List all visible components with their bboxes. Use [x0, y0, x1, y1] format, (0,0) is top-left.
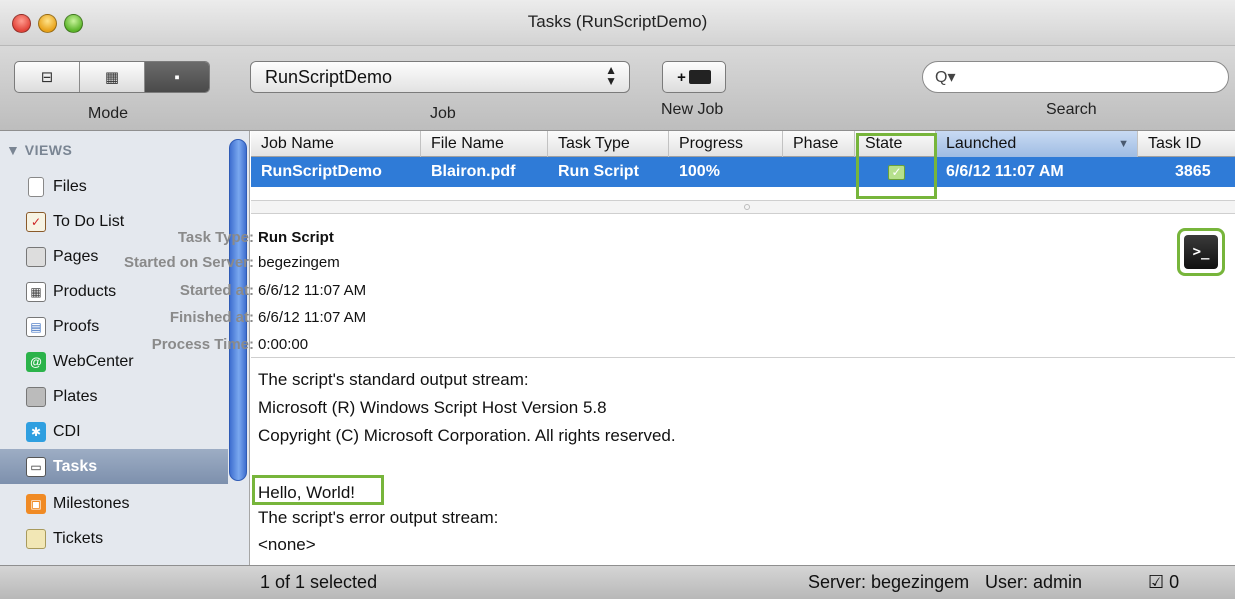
column-header-task-type[interactable]: Task Type: [548, 131, 669, 157]
table-row[interactable]: RunScriptDemo Blairon.pdf Run Script 100…: [251, 157, 1235, 187]
grid-icon: ▦: [104, 69, 120, 86]
hello-world-highlight: [252, 475, 384, 505]
column-header-task-id[interactable]: Task ID: [1138, 131, 1235, 157]
detail-value-process-time: 0:00:00: [258, 336, 309, 353]
detail-label-finished-at: Finished at:: [169, 309, 254, 326]
status-bar: 1 of 1 selected Server: begezingem User:…: [0, 565, 1235, 599]
tickets-icon: [26, 528, 46, 549]
output-line: Copyright (C) Microsoft Corporation. All…: [258, 426, 676, 445]
toolbar: ⊟ ▦ ▪ Mode RunScriptDemo ▲ ▼ Job + New Jo…: [0, 46, 1235, 131]
sidebar-item-label: CDI: [53, 422, 81, 440]
output-line: The script's error output stream:: [258, 508, 499, 527]
new-job-label: New Job: [661, 101, 724, 118]
todo-checkbox-icon: ☑: [1148, 572, 1165, 592]
output-line: <none>: [258, 535, 316, 554]
output-line: Microsoft (R) Windows Script Host Versio…: [258, 398, 607, 417]
sidebar-item-label: Tickets: [53, 529, 104, 547]
mode-grid-button[interactable]: ▦: [80, 62, 145, 92]
cell-progress: 100%: [679, 163, 720, 180]
output-line: The script's standard output stream:: [258, 370, 529, 389]
sidebar-item-label: Plates: [53, 387, 98, 405]
plus-icon: +: [677, 68, 686, 86]
mode-label: Mode: [88, 105, 129, 122]
search-icon: Q▾: [935, 69, 956, 86]
cell-job-name: RunScriptDemo: [261, 163, 382, 180]
job-label: Job: [430, 105, 456, 122]
todo-count-indicator[interactable]: ☑ 0: [1148, 572, 1179, 593]
column-header-label: Launched: [946, 135, 1017, 152]
selection-count: 1 of 1 selected: [260, 572, 378, 592]
column-header-phase[interactable]: Phase: [783, 131, 855, 157]
detail-label-started-on-server: Started on Server:: [123, 254, 254, 271]
tasks-icon: ▭: [26, 456, 46, 477]
milestones-icon: ▣: [26, 493, 46, 514]
todo-count: 0: [1169, 572, 1180, 592]
cell-file-name: Blairon.pdf: [431, 163, 516, 180]
new-job-button[interactable]: +: [662, 61, 726, 93]
pane-splitter[interactable]: [251, 200, 1235, 214]
mode-window-button[interactable]: ▪: [145, 62, 209, 92]
detail-value-finished-at: 6/6/12 11:07 AM: [258, 309, 367, 326]
sidebar-item-files[interactable]: Files: [0, 169, 228, 204]
cell-phase: [783, 157, 793, 187]
sidebar-item-label: Files: [53, 177, 87, 195]
folder-icon: [688, 70, 711, 84]
state-column-highlight: [856, 133, 937, 199]
sidebar-item-label: Milestones: [53, 494, 130, 512]
sidebar-item-label: To Do List: [53, 212, 125, 230]
mode-segmented-control: ⊟ ▦ ▪: [14, 61, 210, 93]
sidebar-item-plates[interactable]: Plates: [0, 379, 228, 414]
detail-label-started-at: Started at:: [179, 282, 254, 299]
column-header-file-name[interactable]: File Name: [421, 131, 548, 157]
mode-desktop-button[interactable]: ⊟: [15, 62, 80, 92]
detail-value-started-at: 6/6/12 11:07 AM: [258, 282, 367, 299]
task-table-header: Job Name File Name Task Type Progress Ph…: [251, 131, 1235, 157]
splitter-handle-icon: [744, 204, 750, 210]
title-bar: Tasks (RunScriptDemo): [0, 0, 1235, 46]
job-select[interactable]: RunScriptDemo ▲ ▼: [250, 61, 630, 93]
plates-icon: [26, 386, 46, 407]
cell-task-type: Run Script: [558, 163, 639, 180]
output-divider: [251, 357, 1235, 358]
sidebar-item-milestones[interactable]: ▣ Milestones: [0, 486, 228, 521]
file-icon: [28, 176, 44, 197]
column-header-progress[interactable]: Progress: [669, 131, 783, 157]
detail-label-task-type: Task Type:: [177, 229, 254, 246]
open-terminal-button[interactable]: >_: [1177, 228, 1225, 276]
search-label: Search: [1046, 101, 1097, 118]
sort-descending-icon: ▼: [1118, 138, 1129, 150]
window-title: Tasks (RunScriptDemo): [527, 12, 708, 31]
server-status: Server: begezingem: [808, 572, 970, 592]
detail-label-process-time: Process Time:: [151, 336, 254, 353]
user-status: User: admin: [985, 572, 1083, 592]
sidebar-item-tickets[interactable]: Tickets: [0, 521, 228, 556]
column-header-job-name[interactable]: Job Name: [251, 131, 421, 157]
cell-task-id: 3865: [1175, 163, 1211, 180]
desktop-icon: ⊟: [40, 69, 54, 86]
sidebar-item-label: Tasks: [53, 457, 98, 475]
detail-value-started-on-server: begezingem: [258, 254, 340, 271]
webcenter-icon: @: [26, 351, 46, 372]
select-arrows-icon: ▲ ▼: [605, 63, 617, 88]
sidebar-item-label: WebCenter: [53, 352, 134, 370]
sidebar-item-tasks[interactable]: ▭ Tasks: [0, 449, 228, 484]
terminal-icon: >_: [1184, 235, 1218, 269]
detail-value-task-type: Run Script: [258, 229, 334, 246]
job-select-value: RunScriptDemo: [265, 67, 393, 87]
column-header-launched[interactable]: Launched ▼: [936, 131, 1138, 157]
views-section-header[interactable]: ▼ VIEWS: [6, 142, 72, 158]
sidebar-item-cdi[interactable]: ✱ CDI: [0, 414, 228, 449]
window-icon: ▪: [174, 68, 180, 86]
cdi-icon: ✱: [26, 421, 46, 442]
cell-launched: 6/6/12 11:07 AM: [946, 163, 1064, 180]
search-input[interactable]: Q▾: [922, 61, 1229, 93]
